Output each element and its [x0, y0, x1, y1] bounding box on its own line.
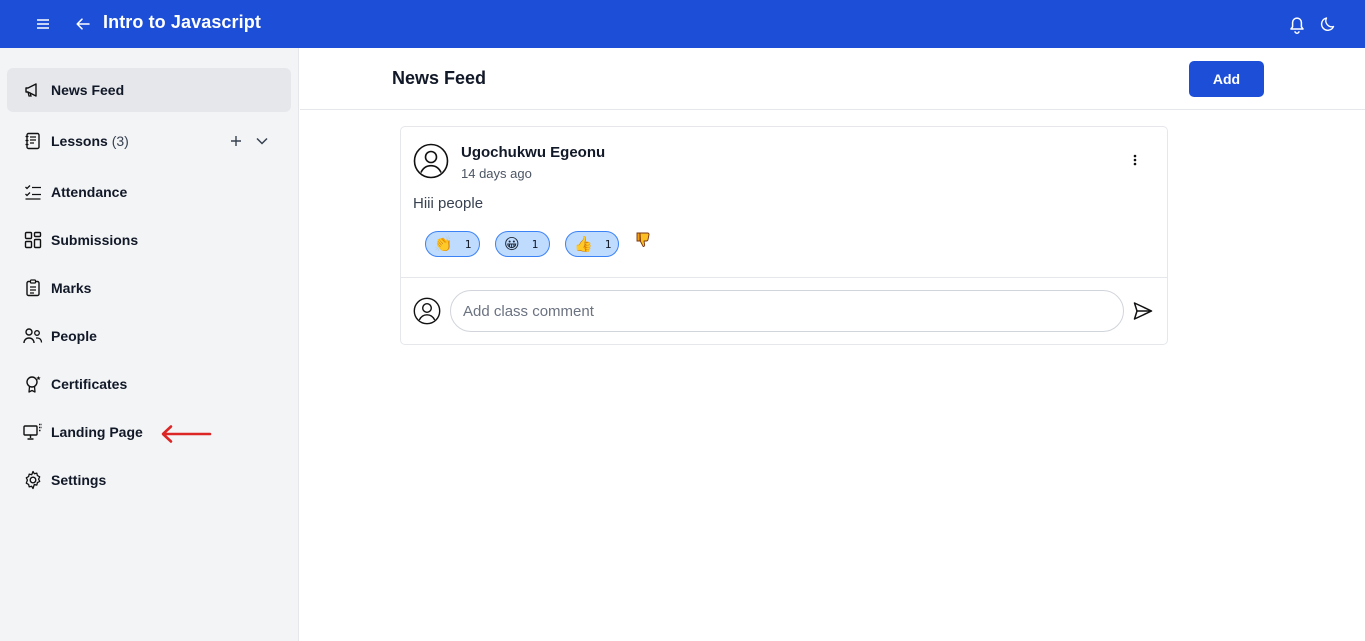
- clap-emoji: 👏: [434, 235, 453, 253]
- sidebar-item-label: Lessons (3): [51, 133, 129, 149]
- sidebar-item-label: Settings: [51, 472, 107, 488]
- lessons-count: (3): [111, 133, 129, 149]
- add-button[interactable]: Add: [1189, 61, 1264, 97]
- post-timestamp: 14 days ago: [461, 166, 532, 181]
- sidebar-item-people[interactable]: People: [7, 314, 291, 358]
- post-body: Hiii people: [413, 195, 484, 212]
- megaphone-icon: [23, 80, 43, 100]
- avatar-icon: [413, 297, 441, 325]
- avatar-icon: [413, 143, 449, 179]
- reaction-count: 1: [531, 237, 539, 251]
- back-arrow-icon[interactable]: [74, 14, 92, 34]
- certificate-icon: [23, 374, 43, 394]
- sidebar-item-label: People: [51, 328, 97, 344]
- moon-icon[interactable]: [1319, 14, 1339, 34]
- clipboard-icon: [23, 278, 43, 298]
- sidebar-item-label: Submissions: [51, 232, 139, 248]
- main-header: News Feed Add: [300, 48, 1365, 110]
- comment-input[interactable]: [450, 290, 1124, 332]
- sidebar-item-lessons[interactable]: Lessons (3): [7, 119, 291, 163]
- checklist-icon: [23, 182, 43, 202]
- more-options-icon[interactable]: [1127, 151, 1143, 169]
- reaction-smile[interactable]: 😀 1: [495, 231, 550, 257]
- add-lesson-button[interactable]: [227, 132, 245, 150]
- lessons-icon: [23, 131, 43, 151]
- sidebar-item-submissions[interactable]: Submissions: [7, 218, 291, 262]
- sidebar-item-landing-page[interactable]: Landing Page: [7, 410, 291, 454]
- menu-icon[interactable]: [34, 14, 52, 34]
- monitor-icon: [23, 422, 43, 442]
- red-arrow-annotation: [161, 425, 212, 443]
- reaction-thumbs-up[interactable]: 👍 1: [565, 231, 619, 257]
- top-bar: Intro to Javascript: [0, 0, 1365, 48]
- course-title: Intro to Javascript: [103, 12, 261, 32]
- sidebar: News Feed Lessons (3) Attendance Submiss…: [0, 48, 299, 641]
- thumbs-up-emoji: 👍: [574, 235, 593, 253]
- sidebar-item-settings[interactable]: Settings: [7, 458, 291, 502]
- sidebar-item-label: Landing Page: [51, 424, 143, 440]
- send-icon[interactable]: [1132, 300, 1154, 322]
- smile-emoji: 😀: [504, 235, 520, 253]
- people-icon: [23, 326, 43, 346]
- reaction-count: 1: [604, 237, 612, 251]
- thumbs-down-icon[interactable]: [635, 231, 653, 249]
- sidebar-item-label: Attendance: [51, 184, 128, 200]
- sidebar-item-marks[interactable]: Marks: [7, 266, 291, 310]
- chevron-down-icon[interactable]: [253, 132, 271, 150]
- sidebar-item-label: Marks: [51, 280, 92, 296]
- sidebar-item-certificates[interactable]: Certificates: [7, 362, 291, 406]
- reaction-clap[interactable]: 👏 1: [425, 231, 480, 257]
- sidebar-item-label: Certificates: [51, 376, 128, 392]
- post-author[interactable]: Ugochukwu Egeonu: [461, 144, 605, 161]
- sidebar-item-label: News Feed: [51, 82, 125, 98]
- sidebar-item-news-feed[interactable]: News Feed: [7, 68, 291, 112]
- divider: [401, 277, 1167, 278]
- page-title: News Feed: [392, 68, 487, 88]
- gear-icon: [23, 470, 43, 490]
- grid-icon: [23, 230, 43, 250]
- reaction-count: 1: [464, 237, 472, 251]
- post-card: Ugochukwu Egeonu 14 days ago Hiii people…: [400, 126, 1168, 345]
- bell-icon[interactable]: [1286, 13, 1308, 35]
- sidebar-item-attendance[interactable]: Attendance: [7, 170, 291, 214]
